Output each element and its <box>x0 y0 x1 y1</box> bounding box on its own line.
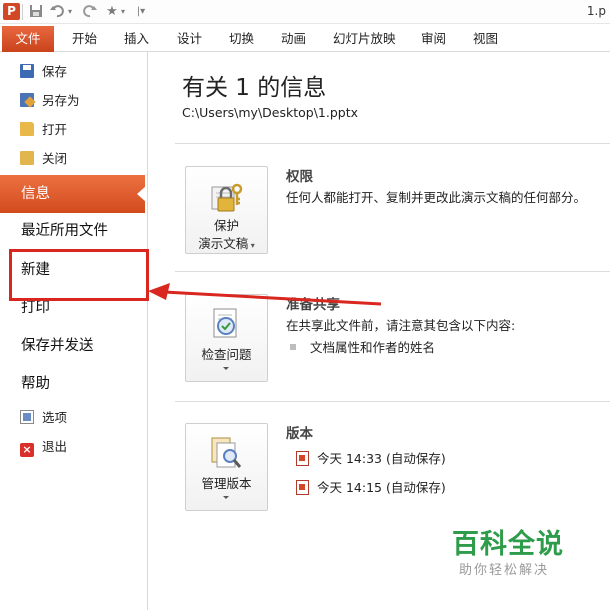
manage-versions-icon <box>208 436 244 470</box>
tab-animations[interactable]: 动画 <box>281 28 306 50</box>
tab-file[interactable]: 文件 <box>2 26 54 52</box>
folder-close-icon <box>20 151 34 165</box>
protect-label-line1: 保护 <box>213 218 239 233</box>
nav-recent[interactable]: 最近所用文件 <box>21 218 108 244</box>
version-entry[interactable]: 今天 14:33 (自动保存) <box>296 448 446 467</box>
nav-save-and-send[interactable]: 保存并发送 <box>21 333 94 359</box>
nav-options[interactable]: 选项 <box>20 408 67 428</box>
customize-quick-access-icon[interactable]: |▾ <box>133 4 149 20</box>
section-divider <box>175 401 610 402</box>
watermark-logo: 百科全说 <box>452 529 564 560</box>
manage-versions-button[interactable]: 管理版本 <box>185 423 268 511</box>
tab-slideshow[interactable]: 幻灯片放映 <box>333 28 396 50</box>
dropdown-caret-icon: ▾ <box>248 241 255 250</box>
tab-home[interactable]: 开始 <box>72 28 97 50</box>
protect-presentation-button[interactable]: 保护 演示文稿 ▾ <box>185 166 268 254</box>
tab-transitions[interactable]: 切换 <box>229 28 254 50</box>
undo-icon[interactable] <box>50 4 66 20</box>
undo-dropdown-icon[interactable]: ▾ <box>66 4 74 20</box>
nav-help[interactable]: 帮助 <box>21 371 50 397</box>
tab-review[interactable]: 审阅 <box>421 28 446 50</box>
folder-open-icon <box>20 122 34 136</box>
prepare-description: 在共享此文件前，请注意其包含以下内容: <box>286 318 516 333</box>
page-title: 有关 1 的信息 <box>182 75 327 101</box>
nav-open[interactable]: 打开 <box>20 120 67 140</box>
star-icon[interactable]: ★ <box>104 4 120 20</box>
ribbon-tabs: 文件 开始 插入 设计 切换 动画 幻灯片放映 审阅 视图 <box>0 24 610 52</box>
redo-icon[interactable] <box>82 4 98 20</box>
annotation-highlight-box <box>9 249 149 301</box>
nav-exit[interactable]: × 退出 <box>20 437 67 457</box>
star-dropdown-icon[interactable]: ▾ <box>119 4 127 20</box>
bullet-icon <box>290 344 296 350</box>
window-title: 1.p <box>586 4 606 18</box>
title-bar: P ▾ ★ ▾ |▾ 1.p <box>0 0 610 24</box>
protect-label-line2: 演示文稿 ▾ <box>198 236 255 251</box>
exit-icon: × <box>20 443 34 457</box>
tab-insert[interactable]: 插入 <box>124 28 149 50</box>
save-icon <box>20 64 34 78</box>
dropdown-caret-icon <box>223 367 229 370</box>
section-divider <box>175 143 610 144</box>
file-path: C:\Users\my\Desktop\1.pptx <box>182 105 359 120</box>
tab-design[interactable]: 设计 <box>177 28 202 50</box>
save-as-icon <box>20 93 34 107</box>
versions-heading: 版本 <box>286 426 313 442</box>
section-divider <box>175 271 610 272</box>
powerpoint-file-icon <box>296 451 309 466</box>
options-icon <box>20 410 34 424</box>
backstage-nav: 保存 另存为 打开 关闭 信息 最近所用文件 新建 打印 保存并发送 帮助 选项… <box>0 52 148 610</box>
tab-view[interactable]: 视图 <box>473 28 498 50</box>
permissions-heading: 权限 <box>286 169 313 185</box>
inspect-document-icon <box>208 307 244 341</box>
save-icon[interactable] <box>28 4 44 20</box>
nav-close[interactable]: 关闭 <box>20 149 67 169</box>
manage-versions-label: 管理版本 <box>201 476 252 491</box>
check-issues-label: 检查问题 <box>201 347 252 362</box>
nav-save-as[interactable]: 另存为 <box>20 91 80 111</box>
dropdown-caret-icon <box>223 496 229 499</box>
active-pointer <box>137 186 146 202</box>
watermark-tagline: 助你轻松解决 <box>459 563 550 578</box>
annotation-arrow-icon <box>148 283 382 306</box>
permissions-description: 任何人都能打开、复制并更改此演示文稿的任何部分。 <box>286 190 587 205</box>
powerpoint-app-icon[interactable]: P <box>3 3 20 20</box>
prepare-bullet: 文档属性和作者的姓名 <box>290 337 435 356</box>
powerpoint-file-icon <box>296 480 309 495</box>
quick-access-separator <box>22 4 23 20</box>
version-entry[interactable]: 今天 14:15 (自动保存) <box>296 477 446 496</box>
nav-save[interactable]: 保存 <box>20 62 67 82</box>
lock-key-icon <box>208 179 244 213</box>
nav-info[interactable]: 信息 <box>0 175 146 213</box>
